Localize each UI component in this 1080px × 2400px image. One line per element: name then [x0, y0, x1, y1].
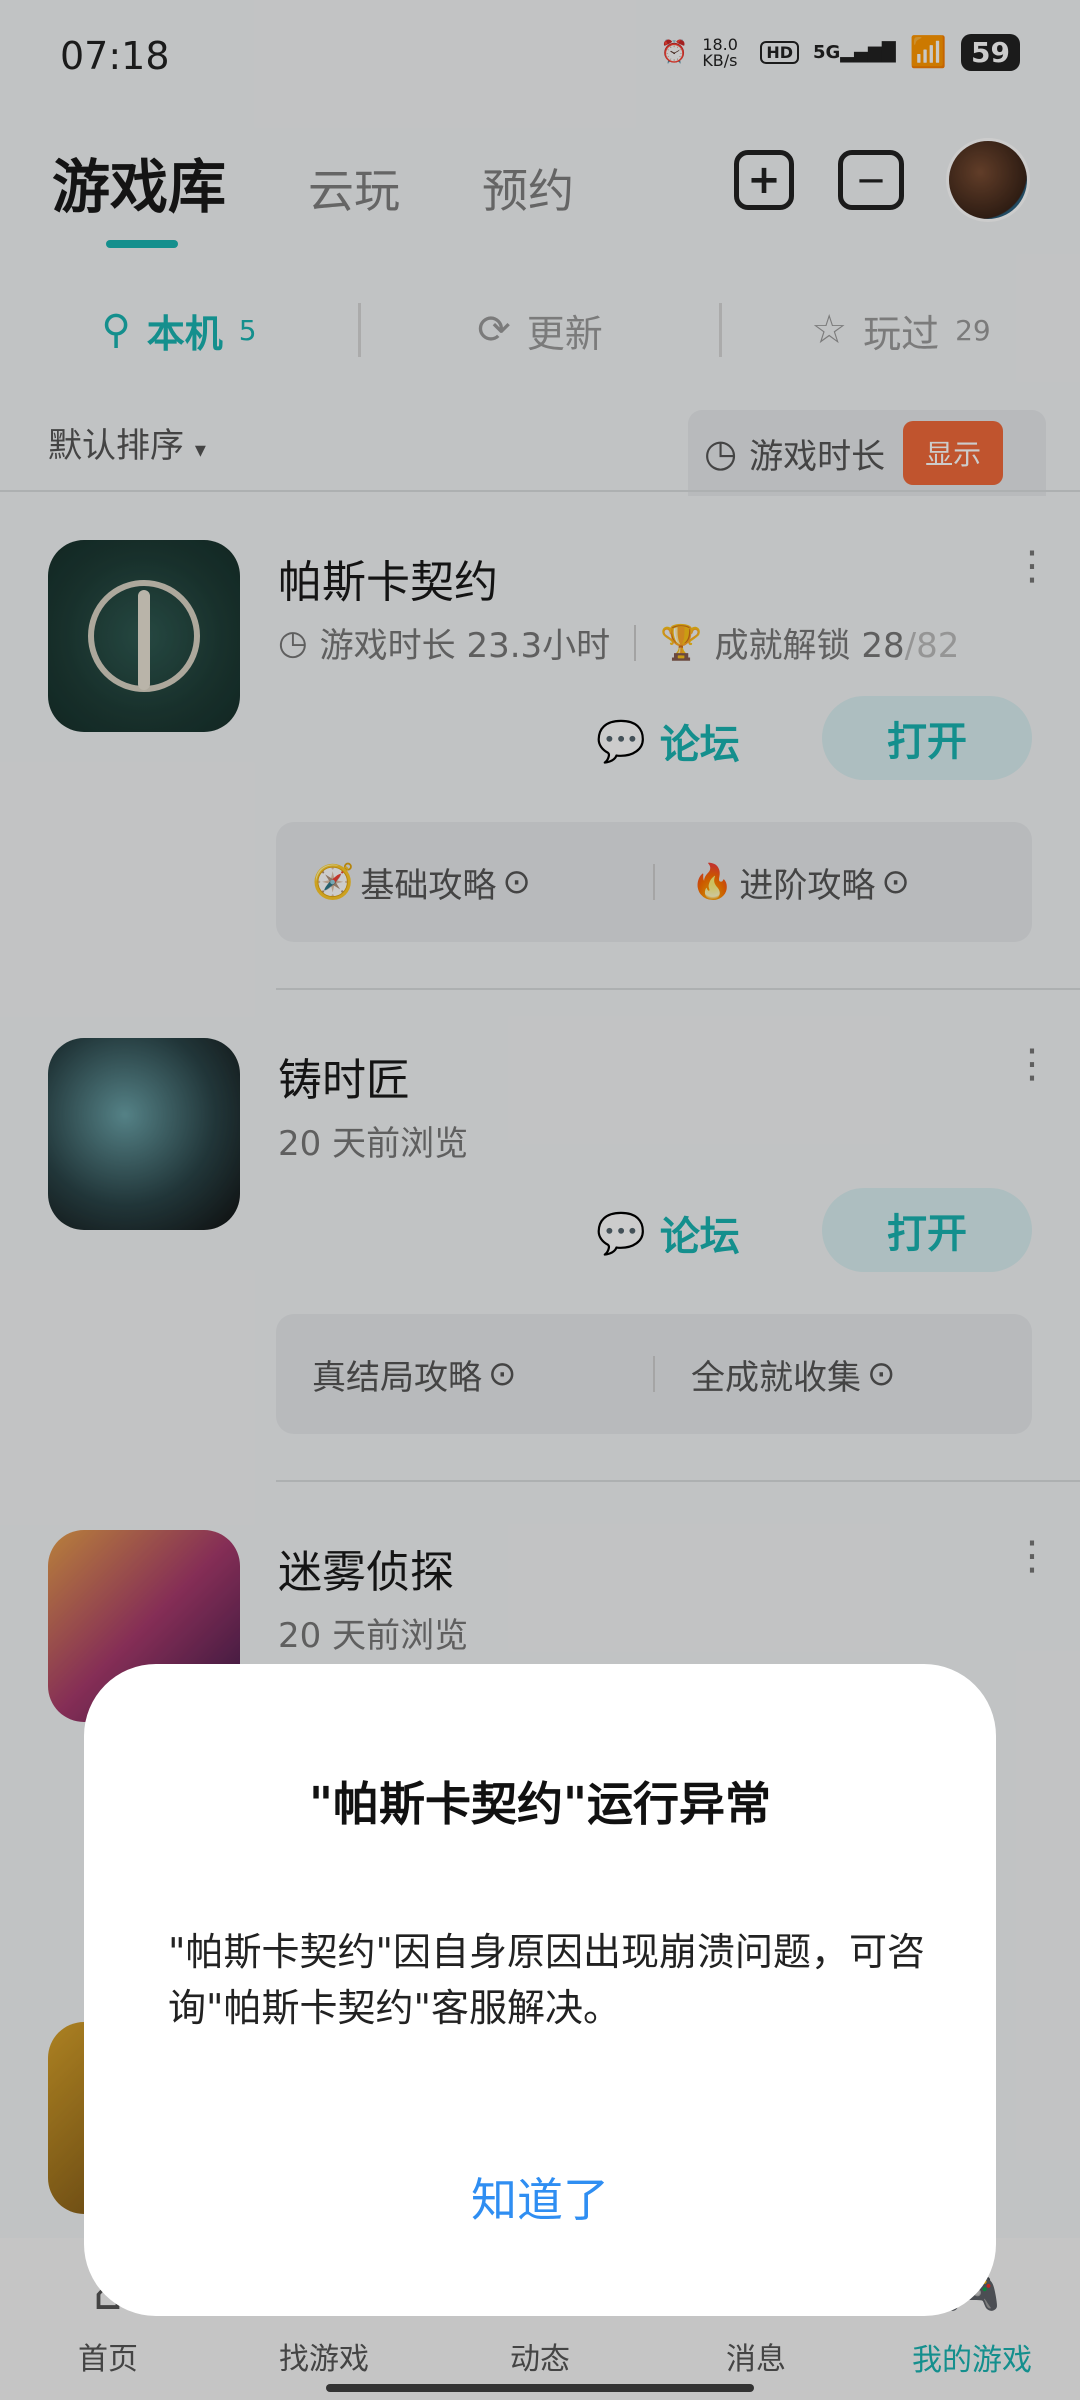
- acknowledge-button[interactable]: 知道了: [84, 2164, 996, 2230]
- home-indicator[interactable]: [326, 2384, 754, 2392]
- dialog-title: "帕斯卡契约"运行异常: [309, 1777, 771, 1831]
- dialog-message: "帕斯卡契约"因自身原因出现崩溃问题，可咨询"帕斯卡契约"客服解决。: [168, 1930, 925, 2030]
- crash-dialog: "帕斯卡契约"运行异常 "帕斯卡契约"因自身原因出现崩溃问题，可咨询"帕斯卡契约…: [84, 1664, 996, 2316]
